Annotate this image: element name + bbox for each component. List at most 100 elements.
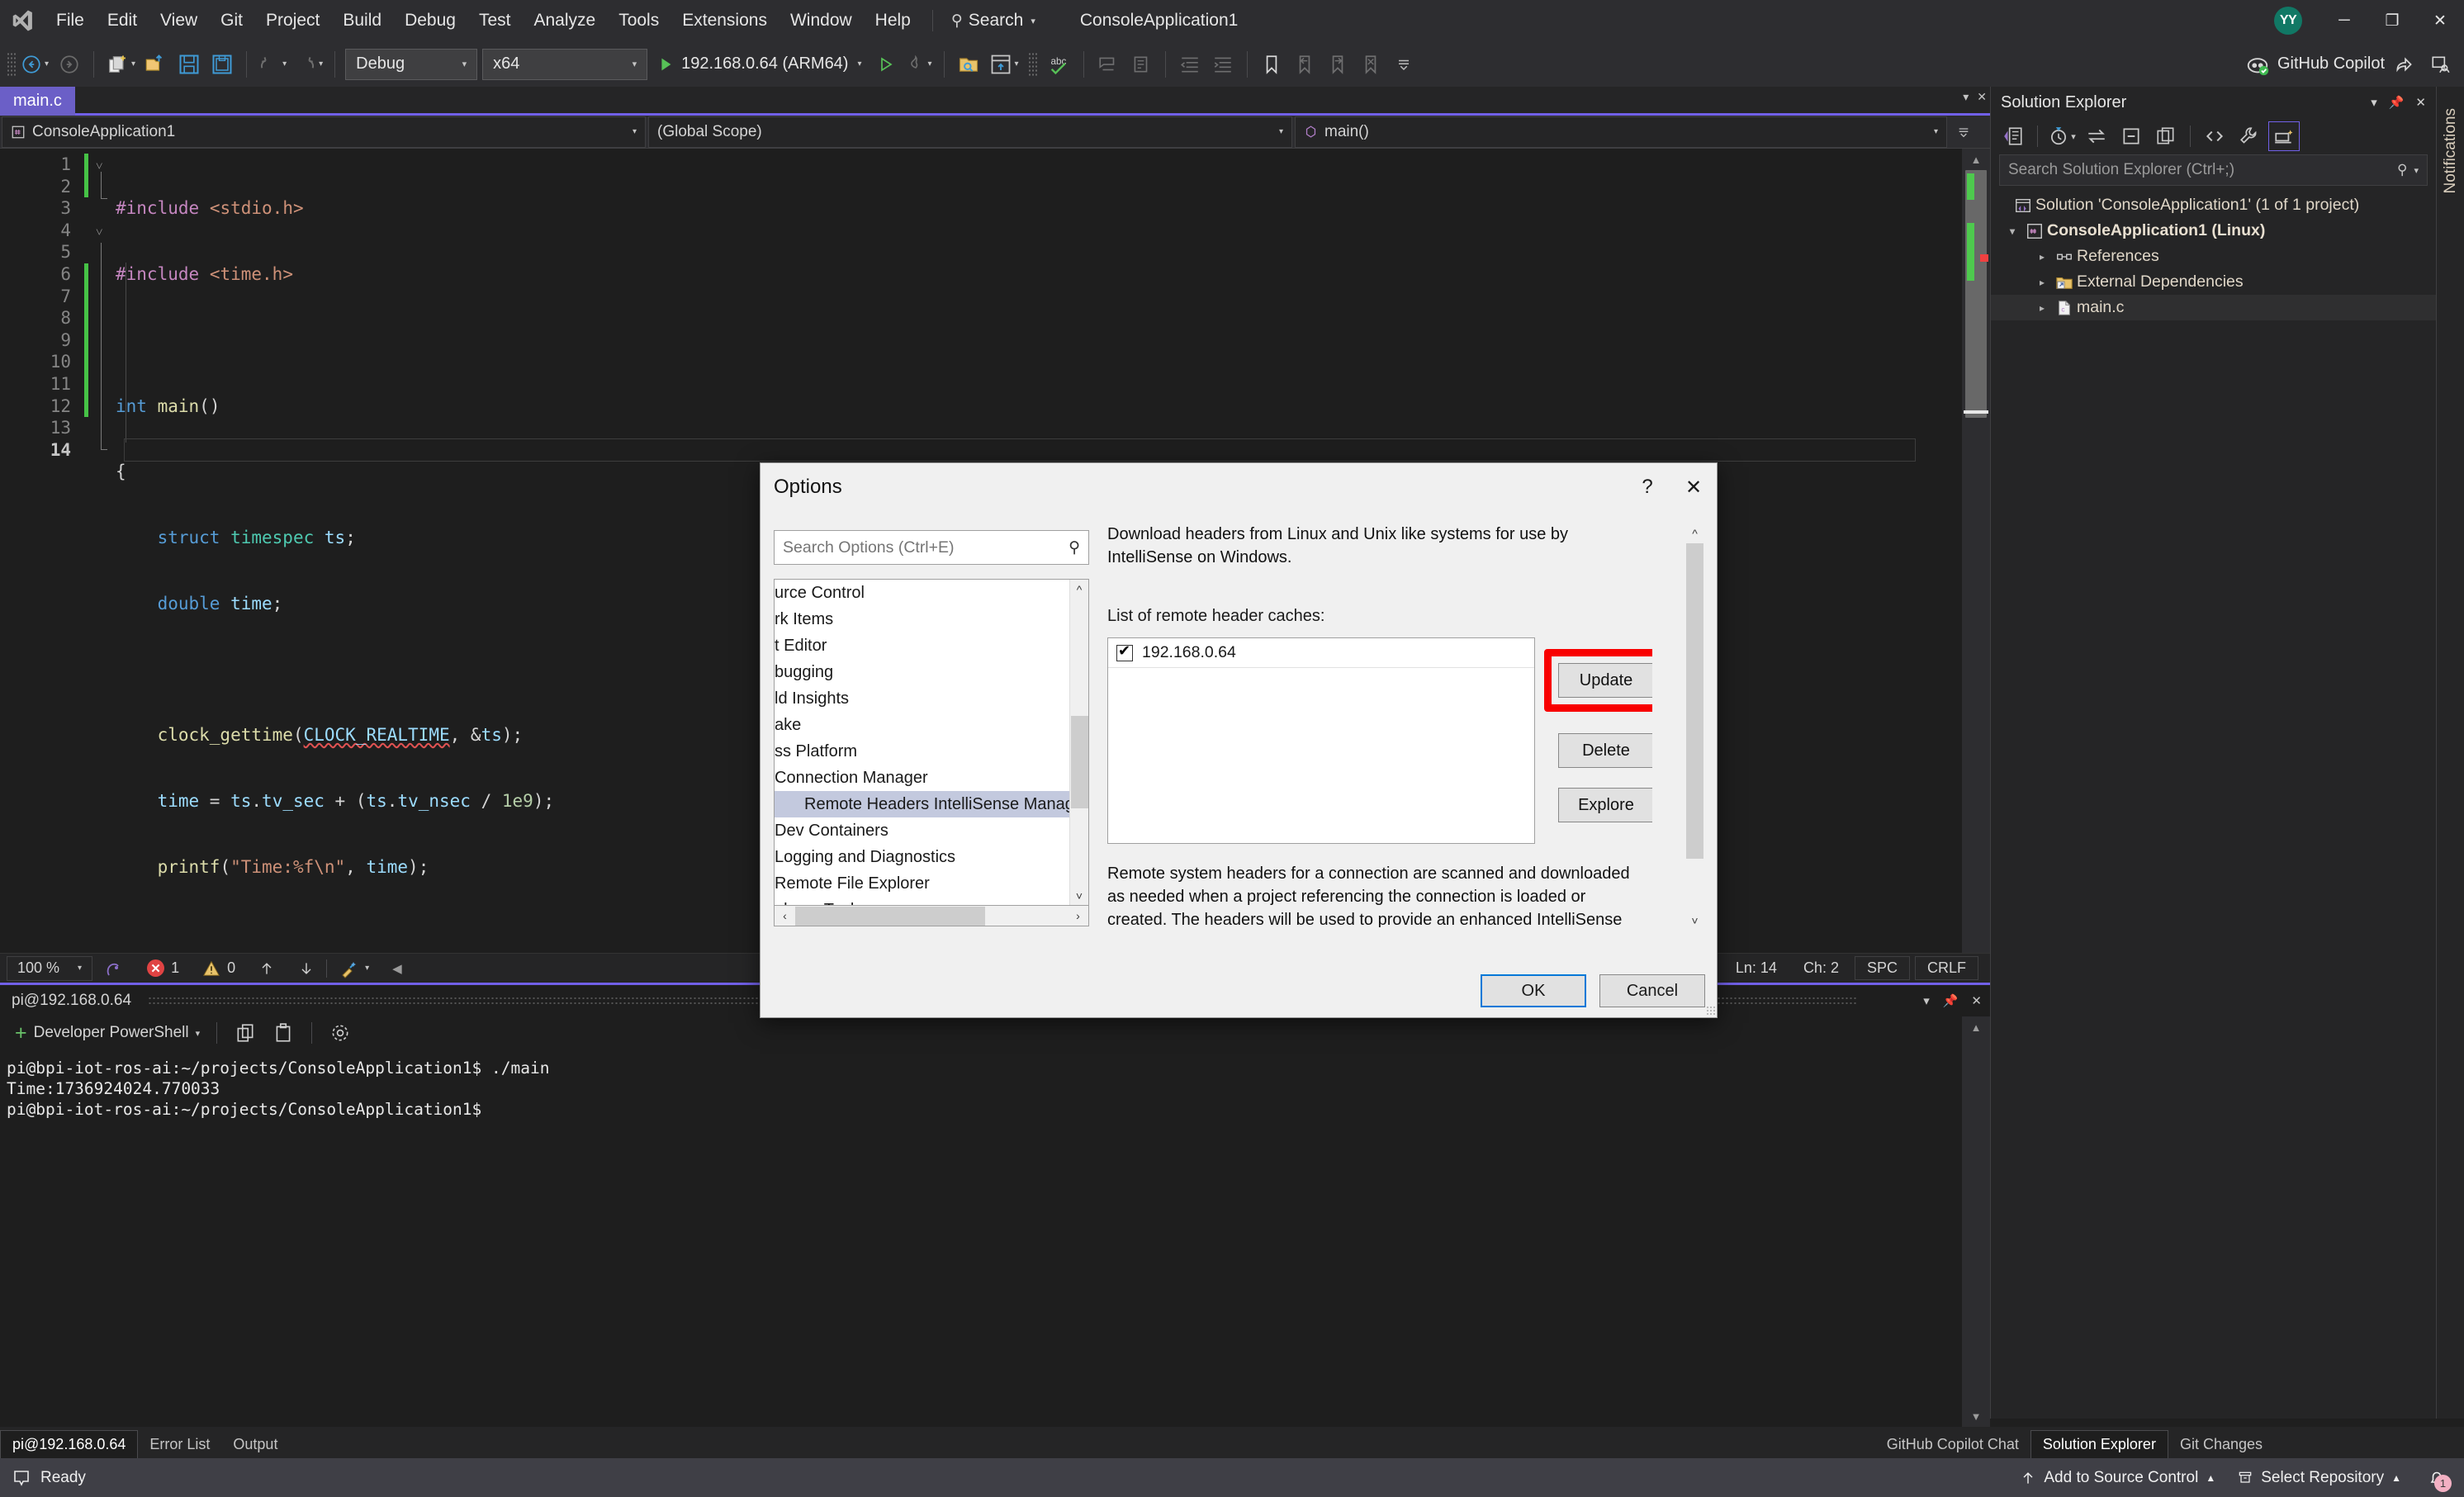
menu-tools[interactable]: Tools (607, 0, 670, 41)
pending-changes-icon[interactable]: ▾ (2046, 121, 2078, 151)
solution-explorer-search[interactable]: Search Solution Explorer (Ctrl+;) ⚲ ▾ (1999, 154, 2428, 186)
delete-button[interactable]: Delete (1558, 733, 1652, 768)
menu-build[interactable]: Build (331, 0, 393, 41)
notifications-rail[interactable]: Notifications (2436, 87, 2464, 1419)
global-search-box[interactable]: ⚲ Search ▾ (943, 7, 1044, 35)
spell-check-icon[interactable]: abc (1043, 48, 1076, 81)
save-all-button[interactable] (206, 48, 239, 81)
collapse-all-icon[interactable] (2116, 121, 2147, 151)
sync-with-active-document-icon[interactable] (2081, 121, 2112, 151)
tree-item-references[interactable]: ▸ References (1991, 244, 2436, 269)
properties-icon[interactable] (2234, 121, 2265, 151)
show-all-files-icon[interactable] (2150, 121, 2182, 151)
scroll-down-icon[interactable]: ▼ (1962, 1405, 1990, 1427)
options-category-item[interactable]: Logging and Diagnostics (775, 844, 1069, 870)
resize-grip[interactable] (1706, 1006, 1716, 1016)
scroll-left-icon[interactable]: ‹ (775, 909, 795, 922)
warning-count-item[interactable]: 0 (191, 959, 247, 978)
tab-github-copilot-chat[interactable]: GitHub Copilot Chat (1875, 1431, 2030, 1458)
options-list-vertical-scrollbar[interactable]: ^ ˅ (1069, 580, 1088, 905)
function-scope-combo[interactable]: main() ▾ (1295, 116, 1947, 148)
toggle-bookmark-icon[interactable] (1255, 48, 1288, 81)
previous-issue-button[interactable] (247, 960, 287, 977)
restore-button[interactable]: ❐ (2368, 0, 2416, 41)
menu-view[interactable]: View (149, 0, 209, 41)
terminal-scrollbar[interactable]: ▲ ▼ (1962, 1016, 1990, 1427)
editor-tab-main-c[interactable]: main.c (0, 87, 75, 116)
options-category-item[interactable]: abase Tools (775, 897, 1069, 905)
terminal-tab-label[interactable]: pi@192.168.0.64 (5, 992, 138, 1010)
next-bookmark-icon[interactable] (1321, 48, 1354, 81)
navigate-back-button[interactable]: ▾ (17, 48, 53, 81)
scroll-up-icon[interactable]: ▲ (1962, 1016, 1990, 1038)
menu-window[interactable]: Window (779, 0, 864, 41)
comment-selection-icon[interactable] (1092, 48, 1125, 81)
menu-extensions[interactable]: Extensions (670, 0, 779, 41)
options-search-input[interactable] (783, 538, 1069, 557)
options-category-item[interactable]: Remote File Explorer (775, 870, 1069, 897)
platform-combo[interactable]: x64 ▾ (482, 48, 648, 80)
menu-help[interactable]: Help (864, 0, 922, 41)
chevron-down-icon[interactable]: ▾ (1923, 993, 1930, 1008)
cancel-button[interactable]: Cancel (1599, 974, 1705, 1007)
undo-button[interactable]: ▾ (254, 48, 291, 81)
zoom-level-combo[interactable]: 100 % ▾ (7, 955, 93, 981)
menu-debug[interactable]: Debug (393, 0, 467, 41)
collapse-status-button[interactable]: ◀ (381, 961, 414, 976)
close-icon[interactable]: ✕ (1971, 993, 1982, 1008)
options-detail-scroll-thumb[interactable] (1686, 543, 1703, 859)
copy-icon[interactable] (229, 1016, 262, 1049)
code-cleanup-button[interactable]: ▾ (327, 959, 381, 978)
expander-icon[interactable]: ▸ (2032, 251, 2052, 263)
explore-button[interactable]: Explore (1558, 788, 1652, 822)
options-category-item[interactable]: ss Platform (775, 738, 1069, 765)
pin-icon[interactable]: 📌 (2389, 95, 2405, 110)
project-scope-combo[interactable]: ConsoleApplication1 ▾ (2, 116, 646, 148)
update-button[interactable]: Update (1558, 663, 1652, 698)
github-copilot-status-icon[interactable] (2241, 48, 2274, 81)
ok-button[interactable]: OK (1481, 974, 1586, 1007)
expander-icon[interactable]: ▸ (2032, 277, 2052, 288)
tree-item-solution[interactable]: Solution 'ConsoleApplication1' (1 of 1 p… (1991, 192, 2436, 218)
options-category-item[interactable]: Dev Containers (775, 817, 1069, 844)
search-icon[interactable]: ⚲ (2397, 162, 2407, 178)
member-scope-combo[interactable]: (Global Scope) ▾ (648, 116, 1292, 148)
options-category-item[interactable]: ld Insights (775, 685, 1069, 712)
options-detail-scrollbar[interactable]: ^ ˅ (1685, 523, 1705, 931)
options-category-item[interactable]: Connection Manager (775, 765, 1069, 791)
expander-icon[interactable]: ▾ (2002, 225, 2022, 237)
scroll-up-icon[interactable]: ^ (1070, 580, 1088, 599)
intellisense-health-icon[interactable] (92, 959, 135, 978)
pin-icon[interactable]: 📌 (1943, 993, 1959, 1008)
configuration-combo[interactable]: Debug ▾ (345, 48, 478, 80)
scroll-right-icon[interactable]: › (1068, 909, 1088, 922)
remote-header-cache-list[interactable]: 192.168.0.64 (1107, 637, 1535, 844)
options-category-item[interactable]: rk Items (775, 606, 1069, 632)
clear-bookmarks-icon[interactable] (1354, 48, 1387, 81)
help-button[interactable]: ? (1624, 468, 1670, 506)
close-button[interactable]: ✕ (1670, 468, 1717, 506)
tab-output[interactable]: Output (221, 1431, 289, 1458)
navigate-forward-button[interactable] (53, 48, 86, 81)
toolbar-grip[interactable] (7, 51, 17, 77)
paste-icon[interactable] (267, 1016, 300, 1049)
minimize-button[interactable]: ─ (2320, 0, 2368, 41)
menu-git[interactable]: Git (209, 0, 254, 41)
scroll-down-icon[interactable]: ˅ (1685, 910, 1705, 931)
scroll-up-icon[interactable]: ▲ (1962, 149, 1990, 170)
options-list-horizontal-scrollbar[interactable]: ‹ › (774, 906, 1089, 926)
redo-button[interactable]: ▾ (291, 48, 327, 81)
close-icon[interactable]: ✕ (1977, 90, 1987, 104)
notifications-button[interactable]: 1 (2423, 1464, 2452, 1492)
options-list-hscroll-thumb[interactable] (795, 906, 985, 926)
options-category-item[interactable]: t Editor (775, 632, 1069, 659)
decrease-indent-icon[interactable] (1173, 48, 1206, 81)
options-search-box[interactable]: ⚲ (774, 530, 1089, 565)
fold-chevron-icon[interactable]: ˅ (96, 221, 102, 244)
cache-list-row[interactable]: 192.168.0.64 (1108, 638, 1534, 668)
options-category-item[interactable]: bugging (775, 659, 1069, 685)
editor-vertical-scrollbar[interactable]: ▲ ▼ (1962, 149, 1990, 983)
options-list-scroll-thumb[interactable] (1071, 716, 1088, 808)
save-button[interactable] (173, 48, 206, 81)
avatar[interactable]: YY (2274, 7, 2302, 35)
